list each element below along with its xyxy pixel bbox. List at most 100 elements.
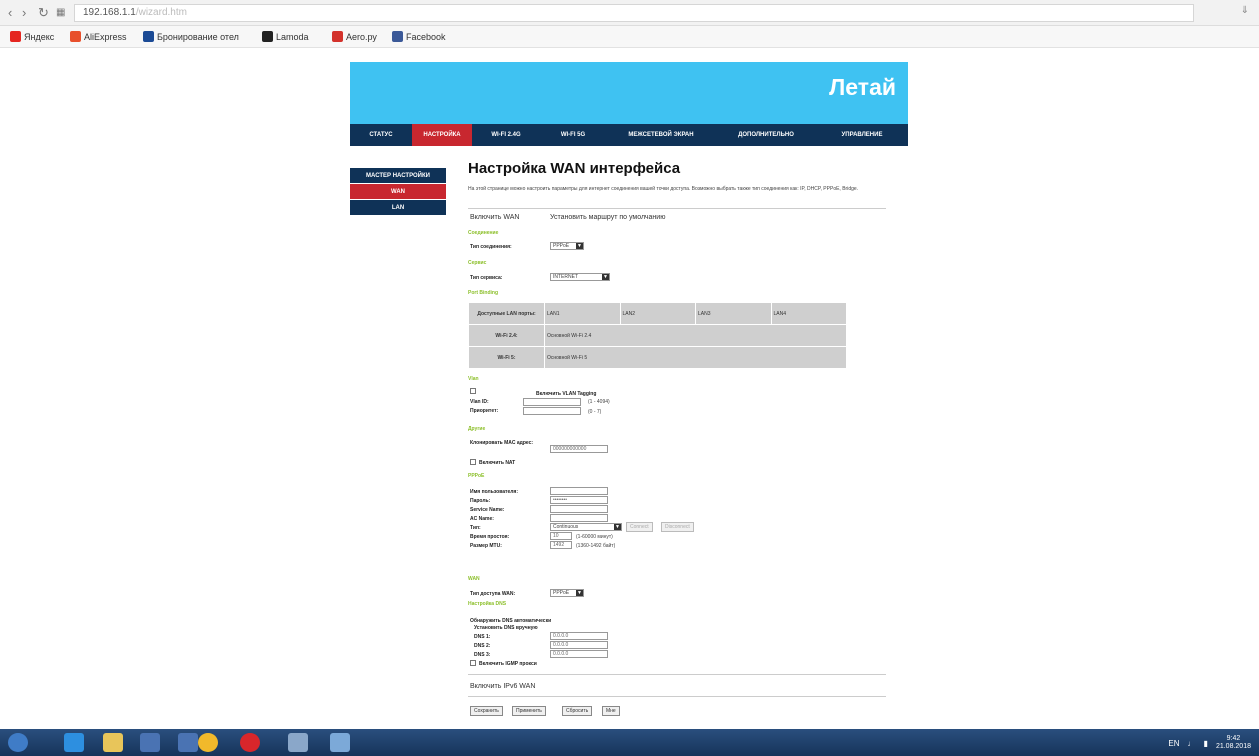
start-icon[interactable] xyxy=(8,733,28,752)
idle-time-input[interactable]: 10 xyxy=(550,532,572,540)
sidebar-item-lan[interactable]: LAN xyxy=(350,200,446,216)
username-input[interactable] xyxy=(550,487,608,495)
yandex-icon xyxy=(10,31,21,42)
section-connection: Соединение xyxy=(468,230,499,236)
connect-button[interactable]: Connect xyxy=(626,522,653,532)
wifi5-option[interactable]: Основной Wi-Fi 5 xyxy=(544,346,847,369)
folder-icon[interactable] xyxy=(103,733,123,752)
chevron-down-icon: ▼ xyxy=(576,590,583,596)
volume-icon[interactable]: ♩ xyxy=(1188,739,1196,748)
dns1-label: DNS 1: xyxy=(474,634,491,640)
save-button[interactable]: Сохранить xyxy=(470,706,503,716)
system-tray: EN ♩ ▮ 9:42 21.08.2018 xyxy=(1168,735,1251,751)
aero-icon xyxy=(332,31,343,42)
bookmark-aero[interactable]: Aero.ру xyxy=(332,31,377,42)
bookmark-lamoda[interactable]: Lamoda xyxy=(262,31,309,42)
address-bar[interactable]: 192.168.1.1/wizard.htm xyxy=(74,4,1194,22)
tab-wifi-24[interactable]: WI-FI 2.4G xyxy=(472,124,540,146)
lan-port-3[interactable]: LAN3 xyxy=(695,302,772,325)
wan-access-select[interactable]: PPPoE ▼ xyxy=(550,589,584,597)
tab-firewall[interactable]: МЕЖСЕТЕВОЙ ЭКРАН xyxy=(606,124,716,146)
connection-type-label: Тип соединения: xyxy=(470,244,512,250)
media-icon[interactable] xyxy=(140,733,160,752)
ie-icon[interactable] xyxy=(64,733,84,752)
forward-icon[interactable]: › xyxy=(22,5,26,20)
mtu-input[interactable]: 1492 xyxy=(550,541,572,549)
idle-time-label: Время простоя: xyxy=(470,534,510,540)
igmp-checkbox[interactable] xyxy=(470,660,476,666)
connection-type-select[interactable]: PPPoE ▼ xyxy=(550,242,584,250)
mtu-hint: (1360-1492 байт) xyxy=(576,543,616,549)
dns3-input[interactable]: 0.0.0.0 xyxy=(550,650,608,658)
disconnect-button[interactable]: Disconnect xyxy=(661,522,694,532)
brand-logo: Летай xyxy=(829,74,896,100)
wifi24-option[interactable]: Основной Wi-Fi 2.4 xyxy=(544,324,847,347)
dns2-input[interactable]: 0.0.0.0 xyxy=(550,641,608,649)
service-name-label: Service Name: xyxy=(470,507,505,513)
idle-time-hint: (1-60000 минут) xyxy=(576,534,613,540)
bookmark-booking[interactable]: Бронирование отел xyxy=(143,31,239,42)
opera-icon[interactable] xyxy=(240,733,260,752)
language-indicator[interactable]: EN xyxy=(1168,739,1179,748)
apply-button[interactable]: Применить xyxy=(512,706,546,716)
app-icon[interactable] xyxy=(178,733,198,752)
vlan-tagging-label: Включить VLAN Tagging xyxy=(536,391,597,397)
lan-port-4[interactable]: LAN4 xyxy=(770,302,847,325)
tab-setup[interactable]: НАСТРОЙКА xyxy=(412,124,472,146)
priority-range: (0 - 7) xyxy=(588,409,602,415)
reset-button[interactable]: Сбросить xyxy=(562,706,593,716)
network-icon[interactable]: ▮ xyxy=(1204,739,1208,748)
sidebar-item-wan[interactable]: WAN xyxy=(350,184,446,200)
service-type-select[interactable]: INTERNET ▼ xyxy=(550,273,610,281)
section-dns: Настройка DNS xyxy=(468,601,507,607)
dns-auto-option[interactable]: Обнаружить DNS автоматически xyxy=(470,618,551,624)
ac-name-input[interactable] xyxy=(550,514,608,522)
lan-port-2[interactable]: LAN2 xyxy=(619,302,696,325)
tab-wifi-5[interactable]: WI-FI 5G xyxy=(540,124,606,146)
chrome-icon[interactable] xyxy=(198,733,218,752)
vlan-tagging-checkbox[interactable] xyxy=(470,388,476,394)
priority-input[interactable] xyxy=(523,407,581,415)
clock[interactable]: 9:42 21.08.2018 xyxy=(1216,735,1251,751)
vlan-id-input[interactable] xyxy=(523,398,581,406)
password-input[interactable]: •••••••• xyxy=(550,496,608,504)
facebook-icon xyxy=(392,31,403,42)
default-route-label[interactable]: Установить маршрут по умолчанию xyxy=(550,214,665,221)
bookmark-facebook[interactable]: Facebook xyxy=(392,31,446,42)
bookmark-aliexpress[interactable]: AliExpress xyxy=(70,31,127,42)
username-label: Имя пользователя: xyxy=(470,489,518,495)
port-binding-table: Доступные LAN порты: LAN1 LAN2 LAN3 LAN4… xyxy=(468,302,847,369)
service-name-input[interactable] xyxy=(550,505,608,513)
nat-label: Включить NAT xyxy=(479,460,516,466)
sidebar-item-wizard[interactable]: МАСТЕР НАСТРОЙКИ xyxy=(350,168,446,184)
priority-label: Приоритет: xyxy=(470,408,499,414)
dns1-input[interactable]: 0.0.0.0 xyxy=(550,632,608,640)
bookmark-yandex[interactable]: Яндекс xyxy=(10,31,54,42)
enable-wan-label[interactable]: Включить WAN xyxy=(470,214,519,221)
vlan-id-range: (1 - 4094) xyxy=(588,399,610,405)
enable-ipv6-label[interactable]: Включить IPv6 WAN xyxy=(470,683,535,690)
top-navigation: СТАТУС НАСТРОЙКА WI-FI 2.4G WI-FI 5G МЕЖ… xyxy=(350,124,908,146)
mac-clone-input[interactable]: 000000000000 xyxy=(550,445,608,453)
tab-advanced[interactable]: ДОПОЛНИТЕЛЬНО xyxy=(716,124,816,146)
pppoe-type-select[interactable]: Continuous ▼ xyxy=(550,523,622,531)
reload-icon[interactable]: ↻ xyxy=(38,5,49,21)
vlan-id-label: Vlan ID: xyxy=(470,399,489,405)
apps-grid-icon[interactable]: ▦ xyxy=(56,7,65,18)
nat-checkbox[interactable] xyxy=(470,459,476,465)
section-pppoe: PPPoE xyxy=(468,473,485,479)
intro-text: На этой странице можно настроить парамет… xyxy=(468,186,859,192)
tool-icon[interactable] xyxy=(288,733,308,752)
igmp-label: Включить IGMP прокси xyxy=(479,661,537,667)
tab-management[interactable]: УПРАВЛЕНИЕ xyxy=(816,124,908,146)
download-icon[interactable]: ⇓ xyxy=(1241,5,1249,16)
extra-button[interactable]: Мне xyxy=(602,706,620,716)
network-app-icon[interactable] xyxy=(330,733,350,752)
lan-port-1[interactable]: LAN1 xyxy=(544,302,621,325)
section-port-binding: Port Binding xyxy=(468,290,498,296)
back-icon[interactable]: ‹ xyxy=(8,5,12,20)
page-title: Настройка WAN интерфейса xyxy=(468,160,681,177)
pppoe-type-label: Тип: xyxy=(470,525,481,531)
dns-manual-option[interactable]: Установить DNS вручную xyxy=(474,625,538,631)
tab-status[interactable]: СТАТУС xyxy=(350,124,412,146)
